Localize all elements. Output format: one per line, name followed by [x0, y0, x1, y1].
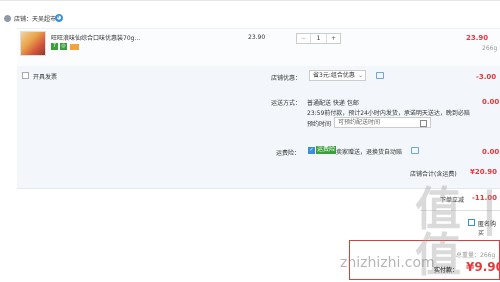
- seven-day-return-icon: 7: [51, 43, 58, 50]
- shop-subtotal-value: ¥20.90: [470, 168, 498, 176]
- shop-label-text: 店铺：: [14, 16, 33, 23]
- quantity-stepper: − 1 +: [296, 33, 341, 44]
- item-total-price: 23.90: [466, 34, 489, 42]
- insurance-amount: 0.00: [482, 148, 500, 156]
- chevron-down-icon: ⌄: [357, 72, 363, 79]
- delivery-amount: 0.00: [482, 98, 500, 106]
- insurance-text: 卖家赠送，退换货自动赔: [336, 149, 403, 156]
- shop-name-link[interactable]: 天吴超市: [32, 16, 56, 23]
- insurance-checkbox[interactable]: ✓: [308, 147, 315, 154]
- top-divider: [0, 0, 500, 1]
- coupon-amount: -3.00: [476, 73, 497, 81]
- shop-label: 店铺：天吴超市: [14, 14, 56, 23]
- delivery-promise: 23:59前付款，预计24小时内发货，承诺明天送达，晚到必赔: [307, 110, 470, 117]
- invoice-checkbox[interactable]: [22, 72, 29, 79]
- item-unit-price: 23.90: [248, 34, 266, 41]
- appointment-placeholder: 可预约配送时间: [338, 119, 381, 126]
- shop-subtotal-label: 店铺合计(含运费): [410, 171, 457, 178]
- insurance-badge: 运费险: [316, 146, 337, 154]
- insurance-info-icon[interactable]: [411, 147, 419, 154]
- calendar-icon: [420, 120, 427, 127]
- coupon-label: 店铺优惠：: [271, 75, 302, 82]
- appointment-time-input[interactable]: 可预约配送时间: [334, 117, 431, 128]
- shop-icon: [4, 15, 11, 22]
- delivery-method: 普通配送 快递 包邮: [307, 100, 359, 107]
- invoice-label[interactable]: 开具发票: [33, 72, 57, 81]
- quantity-decrease-button[interactable]: −: [297, 34, 311, 43]
- quantity-input[interactable]: 1: [311, 34, 326, 43]
- credit-card-icon: [70, 44, 79, 50]
- item-thumbnail[interactable]: [20, 31, 46, 56]
- coupon-select[interactable]: 省3元:组合优惠 ⌄: [309, 70, 366, 81]
- item-weight: 266g: [482, 45, 498, 52]
- item-title-link[interactable]: 旺旺浪味仙综合口味优惠装70g...: [51, 33, 140, 42]
- guarantee-icon: ◎: [60, 43, 67, 50]
- coupon-select-value: 省3元:组合优惠: [313, 72, 355, 79]
- quantity-increase-button[interactable]: +: [326, 34, 340, 43]
- watermark-domain: zhizhizhi.com: [340, 255, 435, 271]
- wangwang-chat-icon[interactable]: ◕: [55, 14, 63, 22]
- appointment-label: 预约时间: [307, 121, 332, 128]
- delivery-label: 运送方式：: [271, 100, 302, 107]
- coupon-info-icon[interactable]: [376, 72, 384, 79]
- insurance-label: 运费险：: [276, 150, 301, 157]
